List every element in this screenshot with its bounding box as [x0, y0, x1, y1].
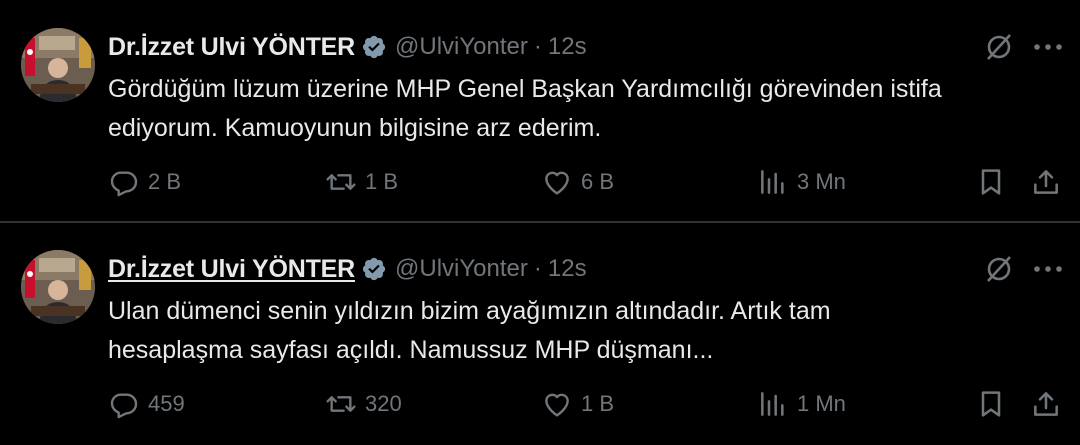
action-bar: 459 320 1 B 1 Mn	[0, 384, 1080, 424]
share-button[interactable]	[1030, 384, 1062, 424]
more-icon[interactable]	[1030, 32, 1066, 62]
author-name[interactable]: Dr.İzzet Ulvi YÖNTER	[108, 33, 355, 62]
retweet-icon	[326, 396, 356, 412]
bookmark-button[interactable]	[975, 384, 1007, 424]
grok-icon[interactable]	[981, 254, 1017, 284]
verified-badge-icon	[362, 257, 386, 281]
views-button[interactable]: 3 Mn	[757, 162, 846, 202]
like-icon	[545, 393, 569, 417]
tweet-text-line: hesaplaşma sayfası açıldı. Namussuz MHP …	[108, 336, 714, 364]
retweet-count: 320	[365, 391, 402, 416]
timestamp[interactable]: 12s	[548, 255, 587, 283]
grok-icon[interactable]	[981, 32, 1017, 62]
tweet-header: Dr.İzzet Ulvi YÖNTER @UlviYonter · 12s	[108, 252, 587, 286]
views-icon	[761, 392, 784, 416]
reply-button[interactable]: 459	[108, 384, 185, 424]
like-count: 6 B	[581, 169, 615, 194]
retweet-button[interactable]: 1 B	[325, 162, 398, 202]
tweet-text: Ulan dümenci senin yıldızın bizim ayağım…	[108, 292, 1058, 370]
reply-icon	[110, 393, 138, 419]
tweet-header: Dr.İzzet Ulvi YÖNTER @UlviYonter · 12s	[108, 30, 587, 64]
share-button[interactable]	[1030, 162, 1062, 202]
author-name[interactable]: Dr.İzzet Ulvi YÖNTER	[108, 255, 355, 284]
tweet-text: Gördüğüm lüzum üzerine MHP Genel Başkan …	[108, 70, 1058, 148]
action-bar: 2 B 1 B 6 B 3 Mn	[0, 162, 1080, 202]
like-icon	[545, 171, 569, 195]
tweet-text-line: Ulan dümenci senin yıldızın bizim ayağım…	[108, 297, 831, 325]
separator-dot: ·	[533, 33, 542, 60]
reply-count: 2 B	[148, 169, 182, 194]
like-button[interactable]: 1 B	[541, 384, 614, 424]
reply-icon	[110, 171, 138, 197]
tweet-divider	[0, 221, 1080, 223]
author-handle[interactable]: @UlviYonter	[395, 33, 528, 61]
tweet[interactable]: Dr.İzzet Ulvi YÖNTER @UlviYonter · 12s G…	[0, 2, 1080, 220]
views-count: 1 Mn	[797, 391, 846, 416]
tweet[interactable]: Dr.İzzet Ulvi YÖNTER @UlviYonter · 12s U…	[0, 224, 1080, 442]
separator-dot: ·	[533, 255, 542, 282]
verified-badge-icon	[362, 35, 386, 59]
share-icon	[1034, 392, 1058, 416]
bookmark-button[interactable]	[975, 162, 1007, 202]
like-button[interactable]: 6 B	[541, 162, 614, 202]
reply-button[interactable]: 2 B	[108, 162, 181, 202]
timestamp[interactable]: 12s	[548, 33, 587, 61]
tweet-text-line: Gördüğüm lüzum üzerine MHP Genel Başkan …	[108, 75, 942, 103]
retweet-count: 1 B	[365, 169, 399, 194]
avatar[interactable]	[21, 250, 95, 324]
tweet-text-line: ediyorum. Kamuoyunun bilgisine arz ederi…	[108, 114, 602, 142]
retweet-button[interactable]: 320	[325, 384, 402, 424]
more-icon[interactable]	[1030, 254, 1066, 284]
views-icon	[761, 170, 784, 194]
like-count: 1 B	[581, 391, 615, 416]
views-button[interactable]: 1 Mn	[757, 384, 846, 424]
bookmark-icon	[981, 391, 1001, 417]
retweet-icon	[326, 174, 356, 190]
reply-count: 459	[148, 391, 185, 416]
bookmark-icon	[981, 169, 1001, 195]
views-count: 3 Mn	[797, 169, 846, 194]
avatar[interactable]	[21, 28, 95, 102]
share-icon	[1034, 170, 1058, 194]
author-handle[interactable]: @UlviYonter	[395, 255, 528, 283]
